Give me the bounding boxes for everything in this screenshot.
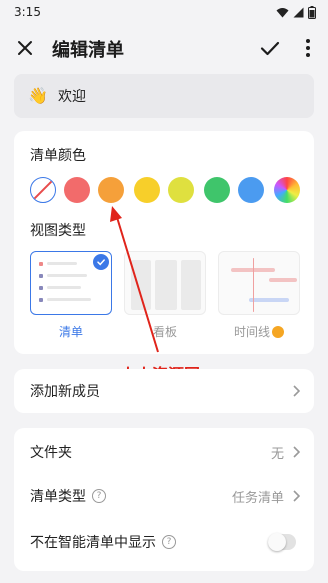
- list-name-field[interactable]: 👋 欢迎: [14, 74, 314, 118]
- app-bar: 编辑清单: [0, 28, 328, 68]
- close-icon[interactable]: [14, 37, 36, 59]
- help-icon[interactable]: ?: [162, 535, 176, 549]
- wifi-icon: [276, 7, 289, 17]
- waving-hand-emoji[interactable]: 👋: [28, 87, 48, 105]
- battery-icon: [308, 5, 316, 19]
- help-icon[interactable]: ?: [92, 489, 106, 503]
- add-member-label: 添加新成员: [30, 384, 100, 400]
- color-swatch-blue[interactable]: [238, 177, 264, 203]
- view-option-kanban[interactable]: 看板: [124, 251, 206, 341]
- status-icons: [276, 5, 316, 19]
- more-options-icon[interactable]: [298, 36, 318, 60]
- signal-icon: [293, 7, 304, 17]
- kanban-view-thumbnail: [124, 251, 206, 315]
- hide-smart-list-toggle[interactable]: [268, 533, 296, 551]
- list-type-label: 清单类型: [30, 489, 86, 505]
- view-option-kanban-label: 看板: [152, 325, 177, 339]
- selected-check-icon: [93, 254, 109, 270]
- page-title: 编辑清单: [52, 40, 124, 61]
- appearance-card: 清单颜色 视图类型 清单 看板 时间线: [14, 131, 314, 354]
- status-time: 3:15: [14, 5, 41, 19]
- color-swatch-none[interactable]: [30, 177, 56, 203]
- view-option-list[interactable]: 清单: [30, 251, 112, 341]
- member-card: 添加新成员: [14, 369, 314, 413]
- view-type-label: 视图类型: [30, 223, 86, 239]
- hide-smart-list-row: 不在智能清单中显示 ?: [14, 520, 314, 564]
- color-swatch-lime[interactable]: [168, 177, 194, 203]
- color-swatch-green[interactable]: [204, 177, 230, 203]
- color-swatch-row: [30, 177, 300, 203]
- chevron-right-icon: [293, 446, 300, 458]
- list-view-thumbnail: [30, 251, 112, 315]
- hide-smart-list-label: 不在智能清单中显示: [30, 535, 156, 551]
- status-bar: 3:15: [0, 0, 328, 24]
- list-type-row[interactable]: 清单类型 ? 任务清单: [14, 474, 314, 518]
- timeline-view-thumbnail: [218, 251, 300, 315]
- toggle-knob: [268, 533, 286, 551]
- color-swatch-custom[interactable]: [274, 177, 300, 203]
- color-swatch-orange[interactable]: [98, 177, 124, 203]
- premium-crown-icon: [272, 325, 284, 338]
- chevron-right-icon: [293, 385, 300, 397]
- view-option-timeline-label: 时间线: [218, 323, 300, 340]
- view-type-options: 清单 看板 时间线: [30, 251, 300, 341]
- color-swatch-red[interactable]: [64, 177, 90, 203]
- chevron-right-icon: [293, 490, 300, 502]
- list-type-value: 任务清单: [231, 490, 284, 506]
- color-swatch-yellow[interactable]: [134, 177, 160, 203]
- folder-row[interactable]: 文件夹 无: [14, 430, 314, 474]
- folder-label: 文件夹: [30, 445, 72, 461]
- list-name-input[interactable]: 欢迎: [58, 86, 86, 106]
- view-option-list-label: 清单: [58, 325, 83, 339]
- color-section-label: 清单颜色: [30, 148, 86, 164]
- view-option-timeline[interactable]: 时间线: [218, 251, 300, 341]
- save-check-icon[interactable]: [258, 36, 282, 60]
- folder-value: 无: [270, 446, 284, 462]
- add-member-row[interactable]: 添加新成员: [14, 369, 314, 413]
- settings-card: 文件夹 无 清单类型 ? 任务清单 不在智能清单中显示 ?: [14, 428, 314, 571]
